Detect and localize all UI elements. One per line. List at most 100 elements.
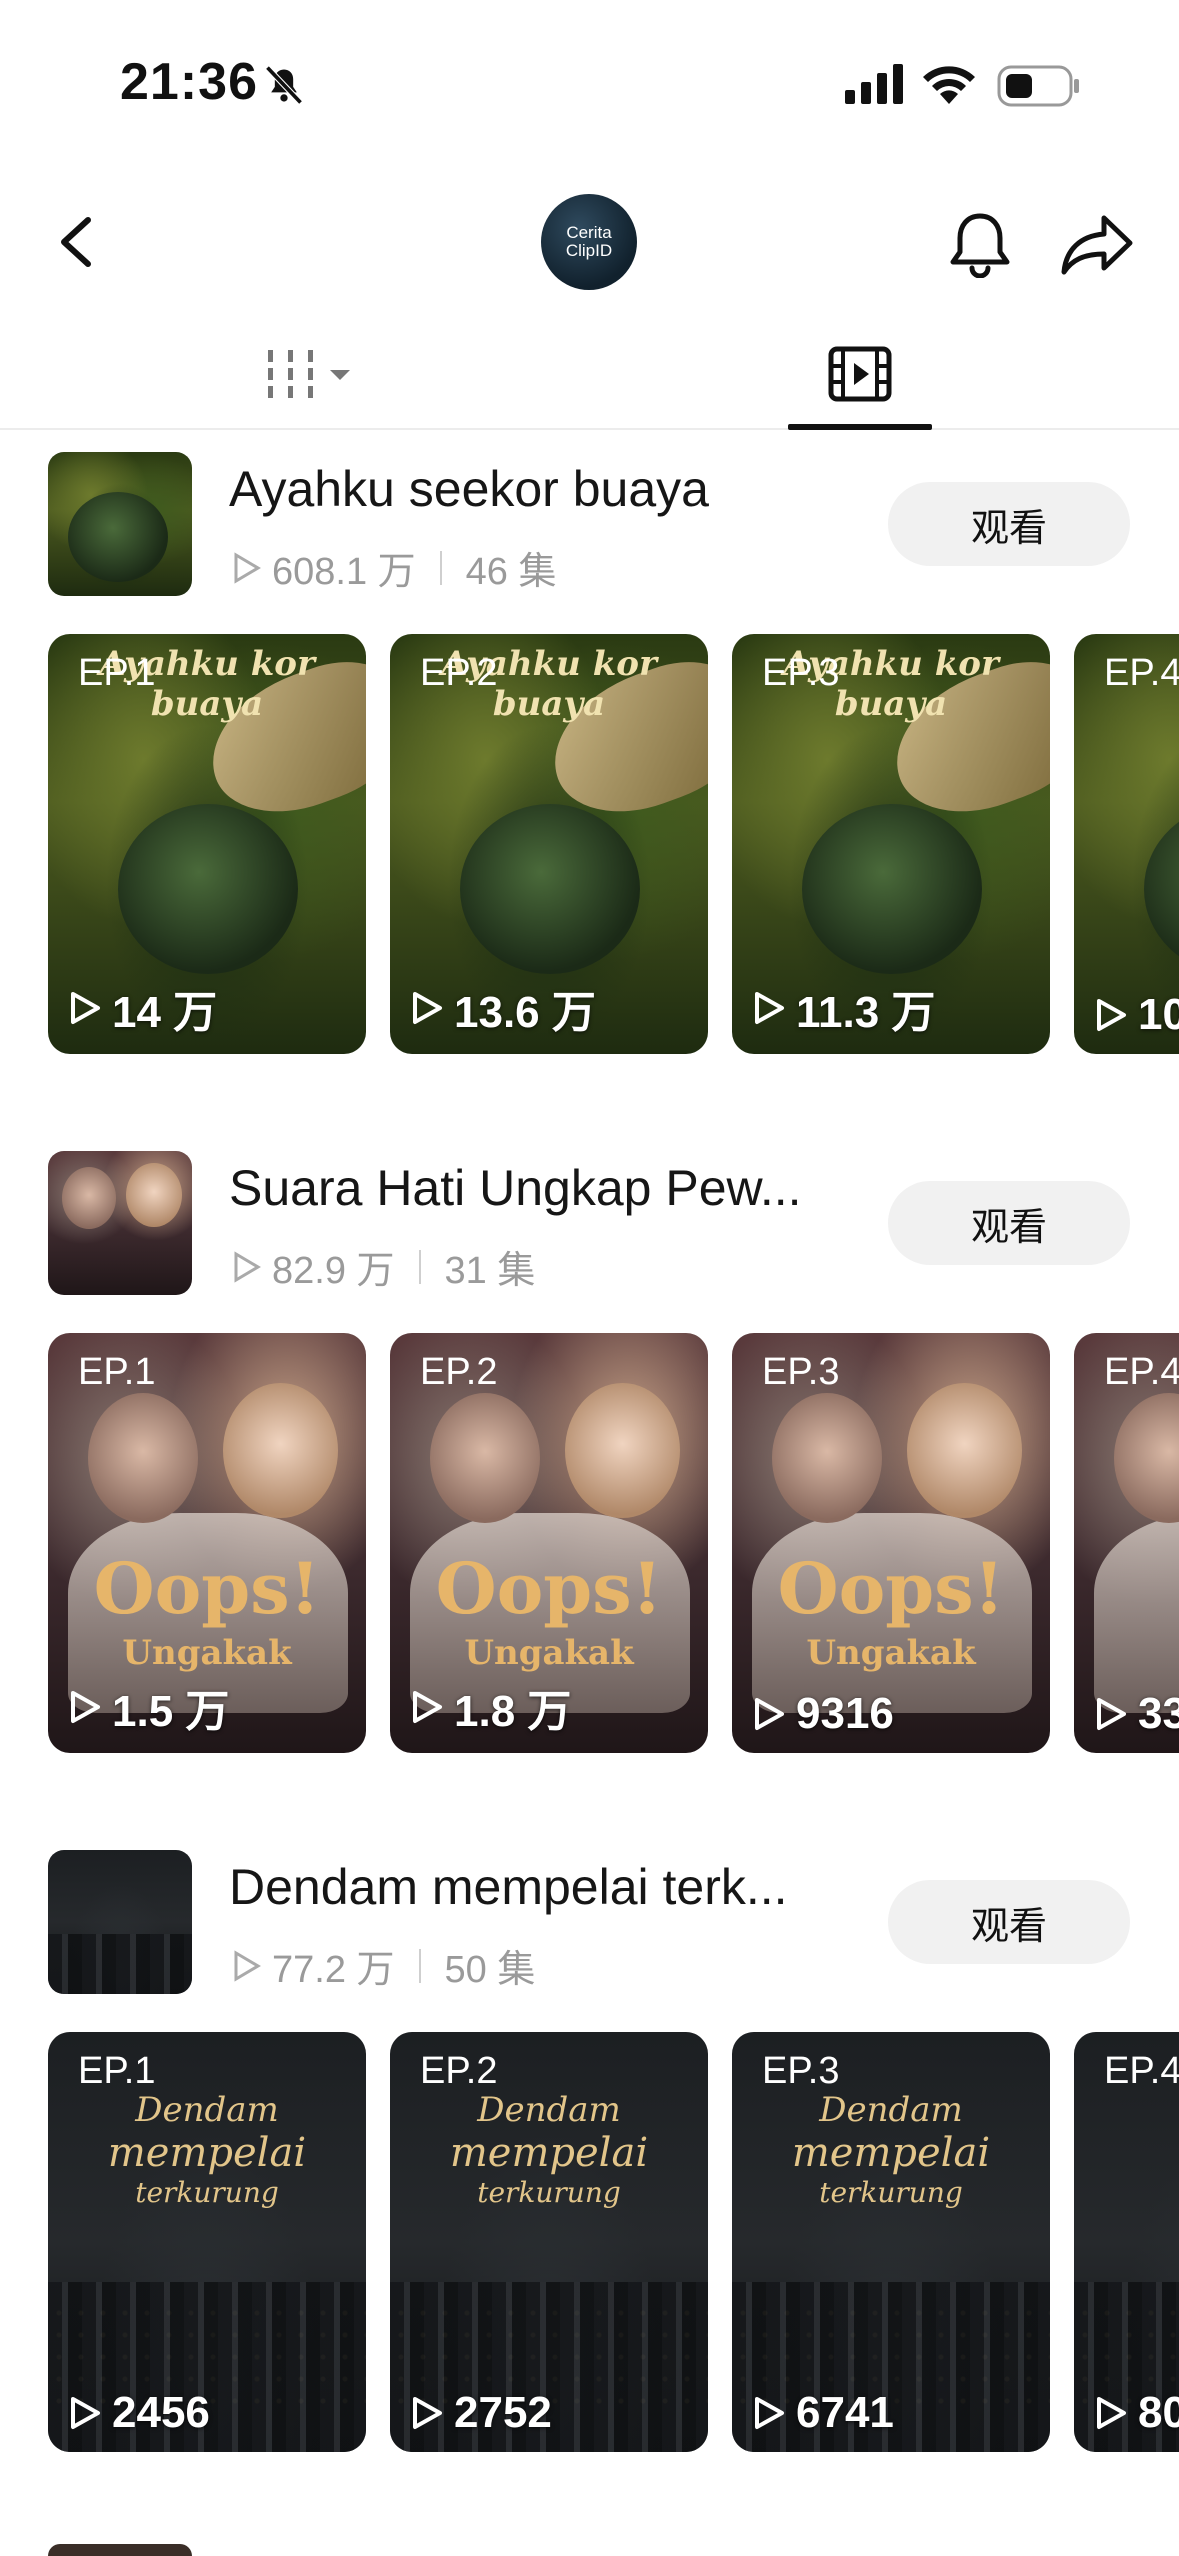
play-icon [755,2397,784,2429]
series-views: 82.9 万 [272,1250,395,1292]
meta-divider [418,1249,421,1284]
back-chevron-icon[interactable] [50,212,110,272]
episode-label: EP.1 [48,634,198,732]
episode-label: EP.3 [732,634,882,732]
bell-slash-icon [265,65,303,105]
series-thumbnail[interactable] [48,1151,192,1295]
poster-subtitle: Ungakak [122,1633,292,1673]
bell-icon[interactable] [945,208,1015,278]
series-meta: 608.1 万 46 集 [232,540,556,595]
episode-views: 10 [1094,990,1179,1040]
episode-label: EP.4 [1074,634,1179,732]
play-icon [755,1698,784,1730]
tab-grid-filter[interactable] [200,320,420,428]
play-icon [1097,1698,1126,1730]
episode-row: Oops! Ungakak EP.1 1.5 万 Oops! Ungakak E… [48,1333,1179,1753]
episode-card[interactable]: EP.4 10 [1074,634,1179,1054]
tab-video[interactable] [760,320,960,428]
poster-title: Oops! [777,1547,1005,1630]
series-title[interactable]: Suara Hati Ungkap Pew... [229,1159,802,1217]
episode-label: EP.3 [732,1333,882,1431]
poster-title: Oops! [93,1547,321,1630]
poster-title: Oops! [435,1547,663,1630]
episode-views: 14 万 [68,976,217,1040]
play-icon [413,992,442,1024]
play-icon [1097,999,1126,1031]
episode-views: 2456 [68,2388,210,2438]
poster-subtitle: Ungakak [806,1633,976,1673]
video-reel-icon [828,346,892,402]
play-icon [71,992,100,1024]
series-title[interactable]: Dendam mempelai terk... [229,1858,788,1916]
series-meta: 82.9 万 31 集 [232,1239,535,1294]
channel-avatar[interactable]: Cerita ClipID [541,194,637,290]
episode-card[interactable]: Dendam mempelai terkurung EP.1 2456 [48,2032,366,2452]
episode-views: 1.5 万 [68,1675,229,1739]
episode-card[interactable]: Ayahku kor buaya EP.3 11.3 万 [732,634,1050,1054]
episode-card[interactable]: Dendam mempelai terkurung EP.3 6741 [732,2032,1050,2452]
tab-bar [0,320,1179,430]
series-episodes: 50 集 [444,1949,536,1991]
meta-divider [418,1948,421,1983]
series-thumbnail[interactable] [48,1850,192,1994]
series-meta: 77.2 万 50 集 [232,1938,535,1993]
dropdown-caret-icon [330,370,350,380]
series-views: 77.2 万 [272,1949,395,1991]
episode-card[interactable]: Dendam mempelai terkurung EP.2 2752 [390,2032,708,2452]
episode-label: EP.2 [390,2032,540,2130]
watch-button[interactable]: 观看 [888,482,1130,566]
episode-card[interactable]: EP.4 33 [1074,1333,1179,1753]
share-arrow-icon[interactable] [1060,210,1136,280]
episode-label: EP.2 [390,1333,540,1431]
episode-views: 9316 [752,1689,894,1739]
episode-views: 33 [1094,1689,1179,1739]
status-bar: 21:36 [0,0,1179,170]
episode-views: 1.8 万 [410,1675,571,1739]
battery-icon [997,65,1079,107]
header: Cerita ClipID [0,180,1179,320]
episode-card[interactable]: Oops! Ungakak EP.3 9316 [732,1333,1050,1753]
wifi-icon [923,66,975,104]
episode-row: Dendam mempelai terkurung EP.1 2456 Dendam… [48,2032,1179,2452]
episode-label: EP.4 [1074,2032,1179,2130]
episode-views: 80 [1094,2388,1179,2438]
status-time: 21:36 [120,53,258,111]
watch-button[interactable]: 观看 [888,1880,1130,1964]
poster-subtitle: Ungakak [464,1633,634,1673]
play-icon [755,992,784,1024]
episode-card[interactable]: Oops! Ungakak EP.2 1.8 万 [390,1333,708,1753]
play-outline-icon [234,1250,261,1283]
series-thumbnail[interactable] [48,452,192,596]
series-episodes: 31 集 [444,1250,536,1292]
play-icon [413,1691,442,1723]
avatar-text: ClipID [565,241,613,260]
grid-bars-icon [268,350,350,398]
watch-button[interactable]: 观看 [888,1181,1130,1265]
episode-card[interactable]: Oops! Ungakak EP.1 1.5 万 [48,1333,366,1753]
episode-views: 11.3 万 [752,976,935,1040]
next-series-thumbnail[interactable] [48,2544,192,2556]
episode-label: EP.1 [48,2032,198,2130]
episode-label: EP.1 [48,1333,198,1431]
play-icon [71,1691,100,1723]
signal-icon [845,64,903,104]
series-views: 608.1 万 [272,551,416,593]
episode-label: EP.2 [390,634,540,732]
play-outline-icon [234,1949,261,1982]
episode-views: 2752 [410,2388,552,2438]
active-tab-indicator [788,424,932,430]
avatar-text: Cerita [566,223,612,242]
play-outline-icon [234,551,261,584]
meta-divider [439,550,442,585]
episode-card[interactable]: Ayahku kor buaya EP.2 13.6 万 [390,634,708,1054]
episode-card[interactable]: Ayahku kor buaya EP.1 14 万 [48,634,366,1054]
play-icon [1097,2397,1126,2429]
episode-card[interactable]: EP.4 80 [1074,2032,1179,2452]
series-title[interactable]: Ayahku seekor buaya [229,460,709,518]
episode-views: 13.6 万 [410,976,596,1040]
episode-label: EP.4 [1074,1333,1179,1431]
episode-row: Ayahku kor buaya EP.1 14 万 Ayahku kor bu… [48,634,1179,1054]
play-icon [71,2397,100,2429]
play-icon [413,2397,442,2429]
series-episodes: 46 集 [465,551,557,593]
